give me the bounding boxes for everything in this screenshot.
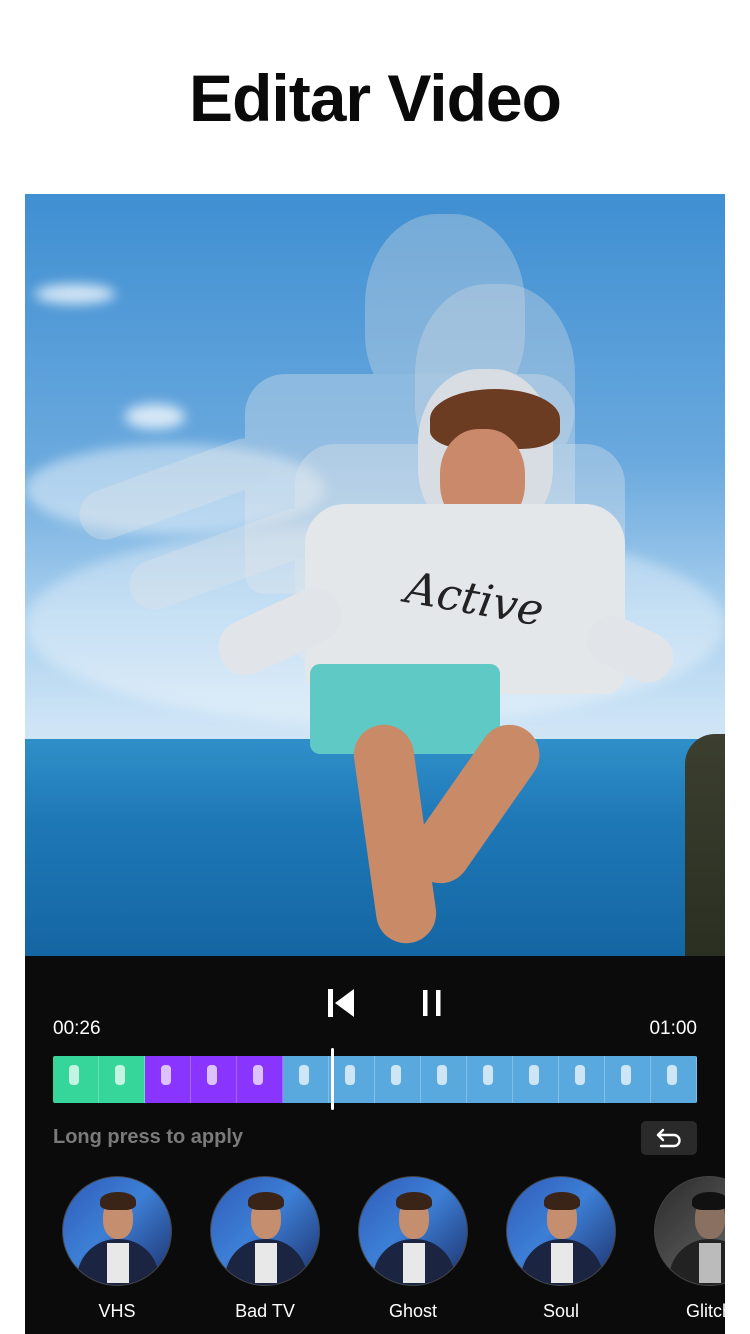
- total-time: 01:00: [649, 1018, 697, 1039]
- cliff: [685, 734, 725, 956]
- effect-thumbnail: [506, 1176, 616, 1286]
- timeline-frame: [513, 1056, 559, 1103]
- undo-icon: [656, 1128, 681, 1148]
- effect-bad-tv[interactable]: Bad TV: [210, 1176, 320, 1322]
- timeline-frame: [421, 1056, 467, 1103]
- cloud: [125, 404, 185, 429]
- effect-thumbnail: [654, 1176, 725, 1286]
- effect-label: Ghost: [388, 1301, 438, 1321]
- timeline-frame: [53, 1056, 99, 1103]
- timeline-frame: [283, 1056, 329, 1103]
- effect-label: VHS: [98, 1301, 136, 1321]
- effect-glitch[interactable]: Glitch: [654, 1176, 725, 1322]
- timeline-frame: [99, 1056, 145, 1103]
- effect-thumbnail: [358, 1176, 468, 1286]
- effect-label: Glitch: [685, 1301, 725, 1321]
- pause-icon: [423, 990, 441, 1016]
- timeline-frame: [605, 1056, 651, 1103]
- effect-ghost[interactable]: Ghost: [358, 1176, 468, 1322]
- timeline-frame: [651, 1056, 697, 1103]
- timeline-frame: [375, 1056, 421, 1103]
- cloud: [35, 284, 115, 304]
- timeline-frame: [191, 1056, 237, 1103]
- timeline-frame: [237, 1056, 283, 1103]
- hint-text: Long press to apply: [53, 1126, 244, 1148]
- page-title: Editar Video: [189, 61, 562, 135]
- effect-soul[interactable]: Soul: [506, 1176, 616, 1322]
- effect-vhs[interactable]: VHS: [62, 1176, 172, 1322]
- editor-panel: 00:26 01:00 Long press to apply VHS Bad …: [25, 956, 725, 1334]
- effect-label: Soul: [542, 1301, 580, 1321]
- effect-thumbnail: [210, 1176, 320, 1286]
- timeline-strip[interactable]: [53, 1056, 697, 1103]
- timeline-frame: [559, 1056, 605, 1103]
- timeline-frame: [329, 1056, 375, 1103]
- skip-previous-icon: [328, 989, 354, 1017]
- undo-button[interactable]: [641, 1121, 697, 1155]
- effect-label: Bad TV: [235, 1301, 295, 1321]
- current-time: 00:26: [53, 1018, 101, 1039]
- effect-thumbnail: [62, 1176, 172, 1286]
- skip-previous-button[interactable]: [325, 986, 357, 1025]
- pause-button[interactable]: [420, 988, 446, 1023]
- playhead[interactable]: [331, 1048, 334, 1110]
- video-preview[interactable]: Active: [25, 194, 725, 956]
- timeline-frame: [145, 1056, 191, 1103]
- timeline-frame: [467, 1056, 513, 1103]
